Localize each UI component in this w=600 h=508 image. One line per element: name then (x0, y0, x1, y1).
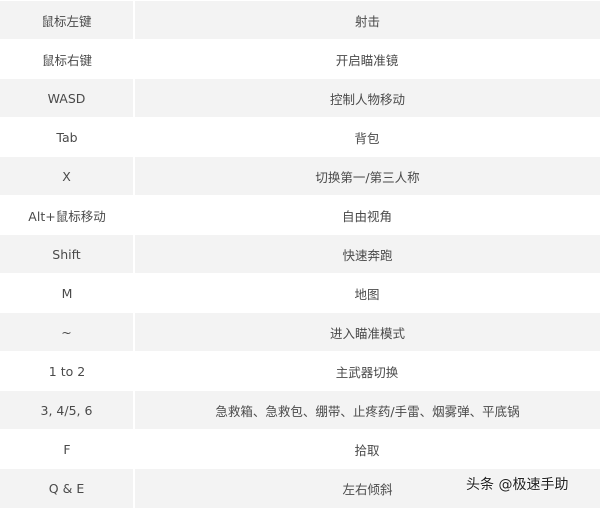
table-row: M 地图 (0, 273, 600, 313)
table-row: 3, 4/5, 6 急救箱、急救包、绷带、止疼药/手雷、烟雾弹、平底锅 (0, 390, 600, 430)
action-cell: 射击 (134, 0, 600, 40)
key-cell: F (0, 429, 134, 469)
key-cell: Q & E (0, 468, 135, 508)
action-cell: 背包 (134, 117, 600, 157)
table-row: F 拾取 (0, 429, 600, 469)
action-cell: 切换第一/第三人称 (134, 156, 600, 196)
key-cell: 鼠标左键 (0, 0, 135, 40)
table-row: 1 to 2 主武器切换 (0, 351, 600, 391)
watermark: 头条 @极速手助 (466, 477, 569, 493)
key-cell: X (0, 156, 135, 196)
key-cell: 3, 4/5, 6 (0, 390, 135, 430)
action-cell: 自由视角 (134, 195, 600, 235)
action-cell: 控制人物移动 (134, 78, 600, 118)
table-row: 鼠标右键 开启瞄准镜 (0, 39, 600, 79)
table-row: X 切换第一/第三人称 (0, 156, 600, 196)
action-cell: 快速奔跑 (134, 234, 600, 274)
action-cell: 拾取 (134, 429, 600, 469)
action-cell: 开启瞄准镜 (134, 39, 600, 79)
table-row: ~ 进入瞄准模式 (0, 312, 600, 352)
key-cell: Shift (0, 234, 135, 274)
keybinding-table: 鼠标左键 射击 鼠标右键 开启瞄准镜 WASD 控制人物移动 Tab 背包 X 切换第一/第三人称… (0, 0, 600, 508)
action-cell: 主武器切换 (134, 351, 600, 391)
action-cell: 地图 (134, 273, 600, 313)
table-row: WASD 控制人物移动 (0, 78, 600, 118)
table-row: Alt+鼠标移动 自由视角 (0, 195, 600, 235)
key-cell: ~ (0, 312, 135, 352)
key-cell: 1 to 2 (0, 351, 134, 391)
action-cell: 进入瞄准模式 (134, 312, 600, 352)
key-cell: 鼠标右键 (0, 39, 134, 79)
table-row: Tab 背包 (0, 117, 600, 157)
table-row: Shift 快速奔跑 (0, 234, 600, 274)
action-cell: 急救箱、急救包、绷带、止疼药/手雷、烟雾弹、平底锅 (134, 390, 600, 430)
key-cell: Tab (0, 117, 134, 157)
key-cell: WASD (0, 78, 135, 118)
key-cell: M (0, 273, 134, 313)
key-cell: Alt+鼠标移动 (0, 195, 134, 235)
table-row: 鼠标左键 射击 (0, 0, 600, 40)
